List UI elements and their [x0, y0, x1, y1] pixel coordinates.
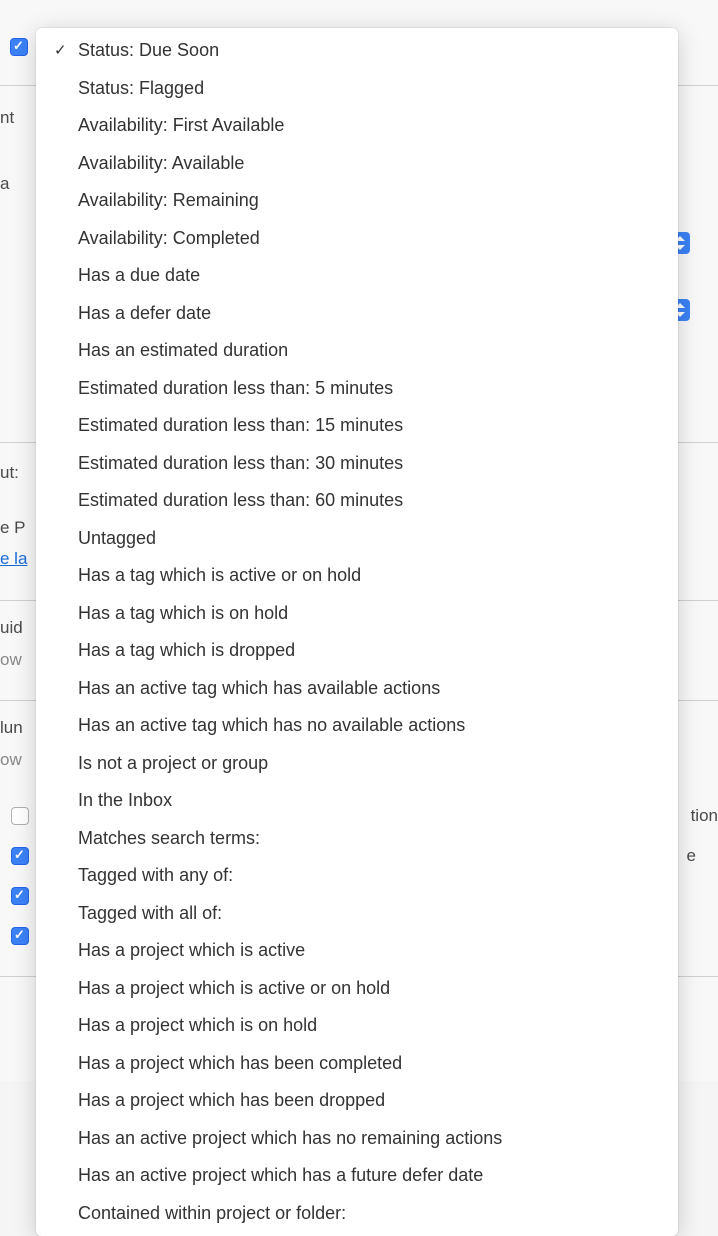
menu-item[interactable]: Untagged — [36, 520, 678, 558]
menu-item-label: Has an estimated duration — [74, 335, 660, 367]
menu-item-label: Estimated duration less than: 30 minutes — [74, 448, 660, 480]
menu-item-label: Has a defer date — [74, 298, 660, 330]
menu-item-label: Has a project which has been completed — [74, 1048, 660, 1080]
menu-item-label: Has an active project which has a future… — [74, 1160, 660, 1192]
menu-item[interactable]: Status: Flagged — [36, 70, 678, 108]
menu-item[interactable]: Availability: Remaining — [36, 182, 678, 220]
menu-item[interactable]: Has a tag which is on hold — [36, 595, 678, 633]
menu-item[interactable]: Has a project which is active — [36, 932, 678, 970]
menu-item-label: Status: Flagged — [74, 73, 660, 105]
menu-item[interactable]: Tagged with any of: — [36, 857, 678, 895]
menu-item-label: Is not a project or group — [74, 748, 660, 780]
menu-item-label: Has an active tag which has no available… — [74, 710, 660, 742]
menu-item-label: Has a project which is active or on hold — [74, 973, 660, 1005]
menu-item[interactable]: Has an active project which has a future… — [36, 1157, 678, 1195]
menu-item-label: Availability: First Available — [74, 110, 660, 142]
menu-item[interactable]: Availability: Available — [36, 145, 678, 183]
menu-item[interactable]: Availability: Completed — [36, 220, 678, 258]
menu-item[interactable]: Has an estimated duration — [36, 332, 678, 370]
truncated-label-tion: tion — [691, 806, 718, 826]
menu-item[interactable]: Has a tag which is active or on hold — [36, 557, 678, 595]
truncated-label-ep: e P — [0, 518, 26, 538]
truncated-label-ow1: ow — [0, 650, 22, 670]
truncated-label-nt: nt — [0, 108, 14, 128]
truncated-link-ela[interactable]: e la — [0, 549, 27, 569]
menu-item-label: Availability: Completed — [74, 223, 660, 255]
menu-item-label: In the Inbox — [74, 785, 660, 817]
menu-item[interactable]: Has a defer date — [36, 295, 678, 333]
column-checkbox[interactable] — [11, 887, 29, 905]
truncated-label-lun: lun — [0, 718, 23, 738]
truncated-label-ow2: ow — [0, 750, 22, 770]
menu-item[interactable]: Is not a project or group — [36, 745, 678, 783]
truncated-label-a: a — [0, 174, 9, 194]
menu-item[interactable]: Contained within project or folder: — [36, 1195, 678, 1233]
menu-item-label: Tagged with all of: — [74, 898, 660, 930]
truncated-label-uid: uid — [0, 618, 23, 638]
menu-item-label: Has an active project which has no remai… — [74, 1123, 660, 1155]
menu-item-label: Availability: Available — [74, 148, 660, 180]
menu-item-label: Estimated duration less than: 15 minutes — [74, 410, 660, 442]
filter-checkbox[interactable] — [10, 38, 28, 56]
menu-item[interactable]: Estimated duration less than: 30 minutes — [36, 445, 678, 483]
menu-item[interactable]: Has a project which is active or on hold — [36, 970, 678, 1008]
menu-item[interactable]: In the Inbox — [36, 782, 678, 820]
column-checkbox[interactable] — [11, 807, 29, 825]
menu-item[interactable]: Tagged with all of: — [36, 895, 678, 933]
column-checkbox[interactable] — [11, 847, 29, 865]
truncated-label-e: e — [687, 846, 696, 866]
menu-item[interactable]: Has a tag which is dropped — [36, 632, 678, 670]
menu-item-label: Matches search terms: — [74, 823, 660, 855]
menu-item-label: Has a project which is on hold — [74, 1010, 660, 1042]
menu-item[interactable]: Has an active project which has no remai… — [36, 1120, 678, 1158]
filter-rule-dropdown: ✓Status: Due SoonStatus: FlaggedAvailabi… — [36, 28, 678, 1236]
menu-item[interactable]: Has an active tag which has available ac… — [36, 670, 678, 708]
menu-item[interactable]: ✓Status: Due Soon — [36, 32, 678, 70]
menu-item-label: Has a project which has been dropped — [74, 1085, 660, 1117]
menu-item-label: Estimated duration less than: 5 minutes — [74, 373, 660, 405]
checkmark-icon: ✓ — [54, 38, 74, 64]
menu-item[interactable]: Has a project which has been dropped — [36, 1082, 678, 1120]
menu-item[interactable]: Matches search terms: — [36, 820, 678, 858]
menu-item[interactable]: Estimated duration less than: 5 minutes — [36, 370, 678, 408]
menu-item-label: Status: Due Soon — [74, 35, 660, 67]
menu-item-label: Contained within project or folder: — [74, 1198, 660, 1230]
menu-item-label: Has an active tag which has available ac… — [74, 673, 660, 705]
column-checkbox[interactable] — [11, 927, 29, 945]
menu-item[interactable]: Has a due date — [36, 257, 678, 295]
menu-item-label: Has a tag which is dropped — [74, 635, 660, 667]
menu-item-label: Has a due date — [74, 260, 660, 292]
menu-item-label: Tagged with any of: — [74, 860, 660, 892]
menu-item-label: Estimated duration less than: 60 minutes — [74, 485, 660, 517]
menu-item[interactable]: Has an active tag which has no available… — [36, 707, 678, 745]
menu-item[interactable]: Has a project which has been completed — [36, 1045, 678, 1083]
truncated-label-ut: ut: — [0, 463, 19, 483]
menu-item[interactable]: Estimated duration less than: 60 minutes — [36, 482, 678, 520]
menu-item-label: Availability: Remaining — [74, 185, 660, 217]
menu-item[interactable]: Availability: First Available — [36, 107, 678, 145]
menu-item-label: Has a tag which is on hold — [74, 598, 660, 630]
menu-item-label: Has a tag which is active or on hold — [74, 560, 660, 592]
menu-item[interactable]: Estimated duration less than: 15 minutes — [36, 407, 678, 445]
menu-item-label: Has a project which is active — [74, 935, 660, 967]
menu-item-label: Untagged — [74, 523, 660, 555]
menu-item[interactable]: Has a project which is on hold — [36, 1007, 678, 1045]
